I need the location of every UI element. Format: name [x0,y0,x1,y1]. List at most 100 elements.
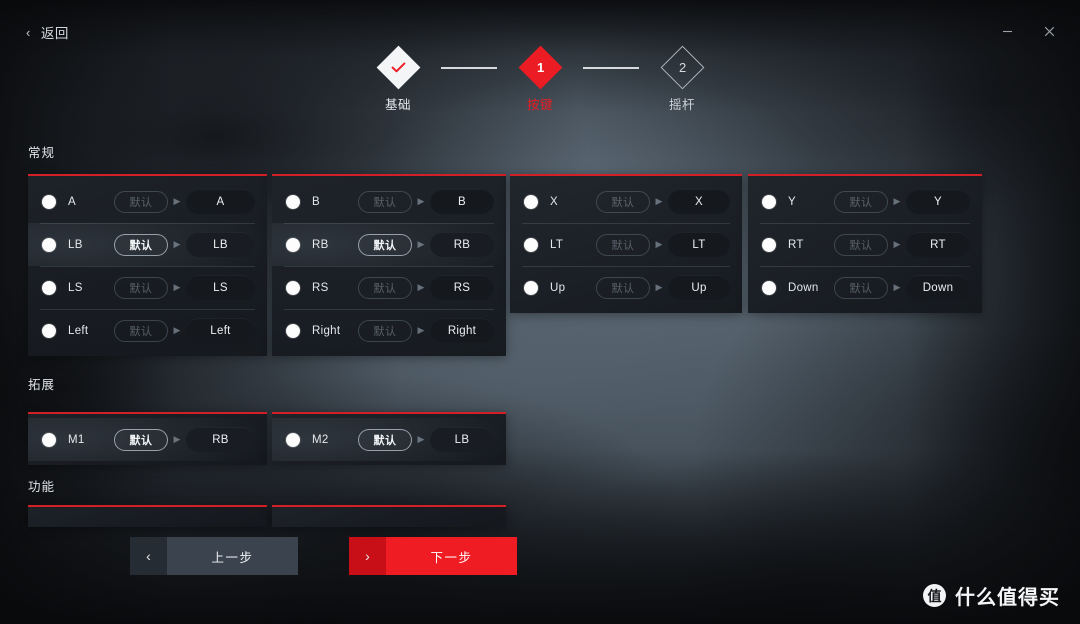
binding-value-button[interactable]: Y [906,189,970,214]
arrow-right-icon: ▶ [417,325,425,335]
previous-step-button[interactable]: ‹ 上一步 [130,537,298,575]
binding-row-label: M2 [312,433,329,446]
binding-value-button[interactable]: LB [430,427,494,452]
binding-value-button[interactable]: X [668,189,730,214]
binding-row-label: LT [550,238,564,251]
binding-row[interactable]: M2 默认 ▶ LB [272,418,506,461]
binding-row[interactable]: Left 默认 ▶ Left [28,309,267,352]
default-pill-button[interactable]: 默认 [596,276,650,299]
binding-value-button[interactable]: RB [430,232,494,257]
arrow-right-icon: ▶ [655,282,663,292]
stepper-label-buttons: 按键 [526,98,553,112]
stepper-number-buttons: 1 [536,59,544,75]
binding-row[interactable]: Down 默认 ▶ Down [748,266,982,309]
default-pill-button[interactable]: 默认 [358,276,412,299]
default-pill-button[interactable]: 默认 [596,233,650,256]
binding-value-button[interactable]: RS [430,275,494,300]
binding-radio[interactable] [762,280,776,295]
default-pill-button[interactable]: 默认 [834,233,888,256]
default-pill-button[interactable]: 默认 [834,276,888,299]
binding-panel-general: A 默认 ▶ A LB 默认 ▶ LB LS 默认 ▶ LS Left 默认 ▶ Left [28,174,267,356]
previous-step-label: 上一步 [167,537,298,575]
binding-row-label: RB [312,238,329,251]
binding-value-button[interactable]: Right [430,318,494,343]
binding-radio[interactable] [524,280,538,295]
binding-value-button[interactable]: RB [186,427,255,452]
binding-row[interactable]: RS 默认 ▶ RS [272,266,506,309]
stepper-step-joystick[interactable]: 2 摇杆 [639,45,725,113]
arrow-right-icon: ▶ [173,434,181,444]
binding-row-label: LS [68,281,83,294]
binding-panel-function [272,505,506,527]
arrow-right-icon: ▶ [893,239,901,249]
stepper-number-joystick: 2 [678,59,686,75]
next-step-label: 下一步 [386,537,517,575]
arrow-right-icon: ▶ [655,196,663,206]
binding-row[interactable]: LS 默认 ▶ LS [28,266,267,309]
binding-row-label: X [550,195,558,208]
binding-radio[interactable] [286,323,300,338]
binding-row[interactable]: Up 默认 ▶ Up [510,266,742,309]
close-button[interactable] [1036,20,1062,42]
binding-radio[interactable] [42,280,56,295]
binding-value-button[interactable]: Down [906,275,970,300]
default-pill-button[interactable]: 默认 [358,428,412,451]
minimize-button[interactable] [994,20,1020,42]
binding-radio[interactable] [42,432,56,447]
default-pill-button[interactable]: 默认 [114,319,168,342]
binding-value-button[interactable]: A [186,189,255,214]
binding-value-button[interactable]: Up [668,275,730,300]
back-button[interactable]: ‹ 返回 [26,22,69,42]
binding-radio[interactable] [286,280,300,295]
binding-row[interactable]: X 默认 ▶ X [510,180,742,223]
binding-radio[interactable] [42,194,56,209]
binding-panel-extension: M1 默认 ▶ RB [28,412,267,465]
default-pill-button[interactable]: 默认 [114,428,168,451]
default-pill-button[interactable]: 默认 [114,190,168,213]
stepper-step-buttons[interactable]: 1 按键 [497,45,583,113]
binding-radio[interactable] [42,323,56,338]
next-step-button[interactable]: › 下一步 [349,537,517,575]
binding-value-button[interactable]: LT [668,232,730,257]
binding-value-button[interactable]: LB [186,232,255,257]
binding-row[interactable]: RT 默认 ▶ RT [748,223,982,266]
section-title-function: 功能 [28,480,56,494]
binding-row[interactable]: B 默认 ▶ B [272,180,506,223]
default-pill-button[interactable]: 默认 [358,319,412,342]
binding-radio[interactable] [286,194,300,209]
binding-radio[interactable] [524,237,538,252]
binding-row[interactable]: LB 默认 ▶ LB [28,223,267,266]
default-pill-button[interactable]: 默认 [114,276,168,299]
binding-row-label: RS [312,281,329,294]
window-controls [994,20,1062,42]
default-pill-button[interactable]: 默认 [358,190,412,213]
default-pill-button[interactable]: 默认 [114,233,168,256]
binding-value-button[interactable]: LS [186,275,255,300]
stepper-step-basic[interactable]: 基础 [355,45,441,113]
binding-row[interactable]: A 默认 ▶ A [28,180,267,223]
binding-radio[interactable] [762,194,776,209]
binding-row[interactable]: M1 默认 ▶ RB [28,418,267,461]
binding-value-button[interactable]: Left [186,318,255,343]
section-title-extension: 拓展 [28,378,56,392]
binding-panel-function [28,505,267,527]
binding-radio[interactable] [286,432,300,447]
binding-row-label: RT [788,238,804,251]
binding-radio[interactable] [524,194,538,209]
binding-row[interactable]: Right 默认 ▶ Right [272,309,506,352]
binding-value-button[interactable]: B [430,189,494,214]
binding-value-button[interactable]: RT [906,232,970,257]
binding-panel-general: X 默认 ▶ X LT 默认 ▶ LT Up 默认 ▶ Up [510,174,742,313]
default-pill-button[interactable]: 默认 [358,233,412,256]
binding-radio[interactable] [286,237,300,252]
binding-radio[interactable] [762,237,776,252]
binding-row[interactable]: LT 默认 ▶ LT [510,223,742,266]
binding-row[interactable]: RB 默认 ▶ RB [272,223,506,266]
binding-row[interactable]: Y 默认 ▶ Y [748,180,982,223]
binding-row-label: B [312,195,320,208]
default-pill-button[interactable]: 默认 [596,190,650,213]
binding-row-label: A [68,195,76,208]
binding-radio[interactable] [42,237,56,252]
binding-row-label: Down [788,281,819,294]
default-pill-button[interactable]: 默认 [834,190,888,213]
